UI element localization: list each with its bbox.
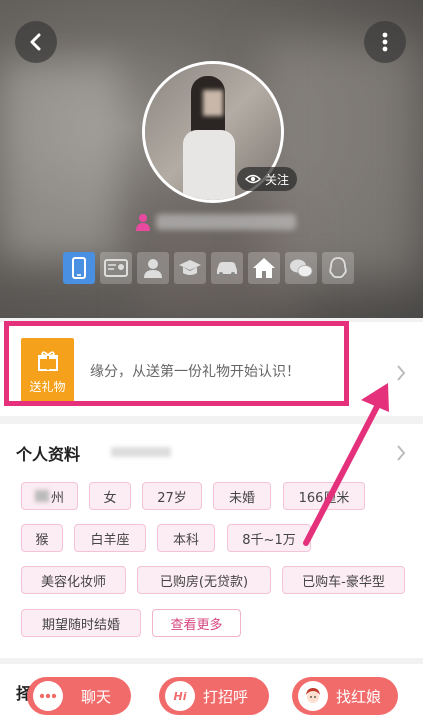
- profile-id-blurred: [111, 447, 171, 457]
- follow-label: 关注: [264, 172, 289, 187]
- background-blur: [0, 60, 120, 260]
- matchmaker-button[interactable]: 找红娘: [292, 677, 398, 715]
- education-icon: [179, 260, 201, 275]
- profile-tag: 未婚: [213, 482, 271, 510]
- chat-icon: [33, 681, 63, 711]
- qq-verification[interactable]: [322, 252, 354, 284]
- matchmaker-label: 找红娘: [336, 687, 382, 706]
- profile-tag: 白羊座: [74, 524, 146, 552]
- profile-title: 个人资料: [16, 445, 81, 464]
- chevron-right-icon[interactable]: [396, 444, 406, 462]
- profile-tag: 27岁: [142, 482, 202, 510]
- more-vertical-icon: [382, 32, 388, 52]
- wechat-icon: [290, 259, 313, 277]
- avatar-verification[interactable]: [137, 252, 169, 284]
- person-icon: [136, 214, 150, 231]
- chat-button[interactable]: 聊天: [27, 677, 131, 715]
- greet-icon: Hi: [165, 681, 195, 711]
- house-icon: [253, 258, 275, 278]
- user-name-row: [136, 213, 296, 231]
- avatar-icon: [144, 259, 162, 278]
- profile-tag: 已购车-豪华型: [282, 566, 405, 594]
- user-name-blurred: [156, 214, 296, 230]
- phone-icon: [72, 257, 86, 279]
- profile-tag: 本科: [157, 524, 215, 552]
- back-button[interactable]: [15, 21, 57, 63]
- qq-icon: [329, 257, 347, 279]
- profile-tag: 州: [21, 482, 78, 510]
- profile-tag: 猴: [21, 524, 63, 552]
- profile-tag: 已购房(无贷款): [137, 566, 271, 594]
- profile-tag: 女: [89, 482, 131, 510]
- profile-tag: 期望随时结婚: [21, 609, 141, 637]
- education-verification[interactable]: [174, 252, 206, 284]
- phone-verified[interactable]: [63, 252, 95, 284]
- back-arrow-icon: [30, 33, 41, 51]
- chevron-right-icon[interactable]: [396, 364, 406, 382]
- house-verification[interactable]: [248, 252, 280, 284]
- wechat-verification[interactable]: [285, 252, 317, 284]
- matchmaker-icon: [298, 681, 328, 711]
- id-card-icon: [104, 259, 128, 277]
- verification-icons: [63, 252, 354, 284]
- profile-tag: 166厘米: [283, 482, 365, 510]
- follow-button[interactable]: 关注: [237, 167, 297, 191]
- car-icon: [217, 262, 237, 276]
- greet-label: 打招呼: [203, 687, 249, 706]
- chat-label: 聊天: [81, 687, 112, 706]
- highlight-annotation-box: [4, 321, 349, 406]
- id-verification[interactable]: [100, 252, 132, 284]
- view-more-button[interactable]: 查看更多: [152, 609, 241, 637]
- more-button[interactable]: [364, 21, 406, 63]
- car-verification[interactable]: [211, 252, 243, 284]
- profile-tag: 美容化妆师: [21, 566, 126, 594]
- greet-button[interactable]: Hi 打招呼: [159, 677, 269, 715]
- profile-tag: 8千~1万: [227, 524, 311, 552]
- eye-icon: [244, 174, 261, 184]
